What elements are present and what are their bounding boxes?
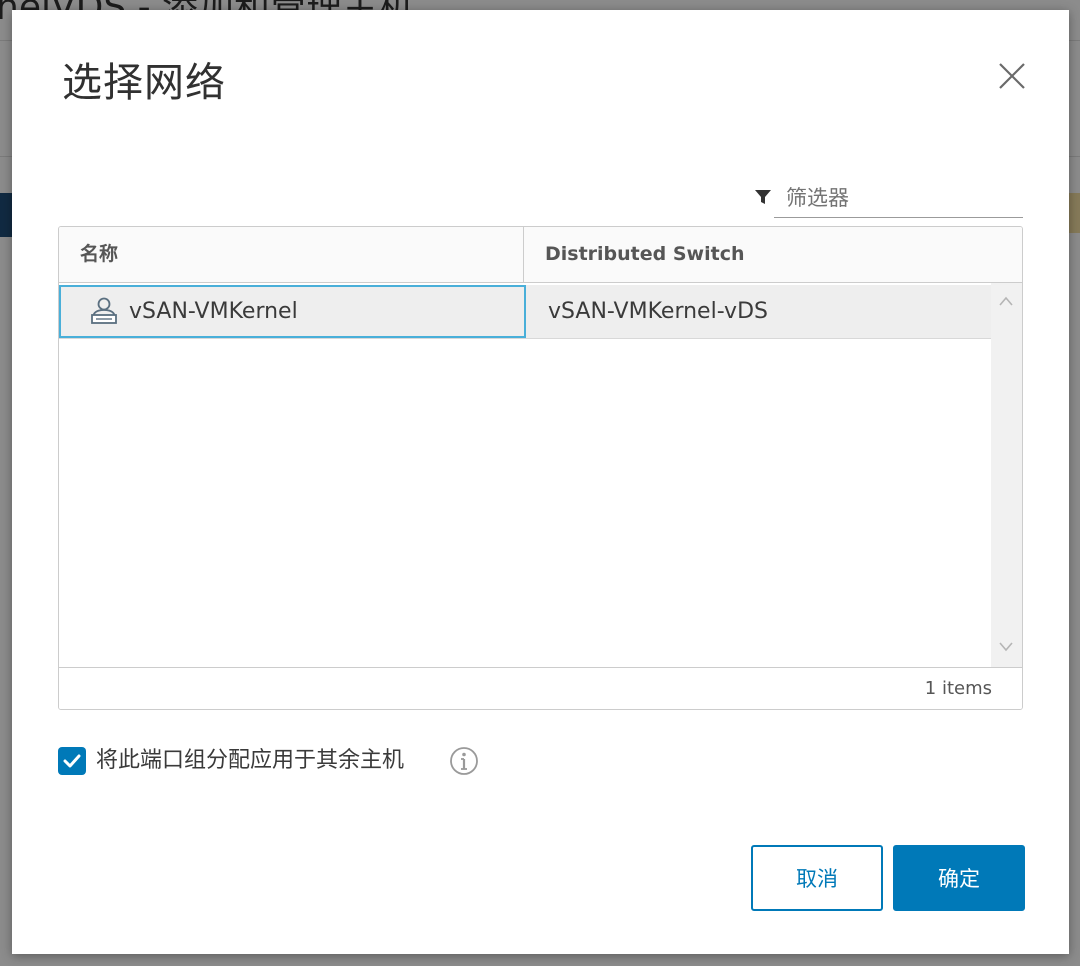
grid-scrollbar[interactable] [991, 283, 1022, 667]
apply-to-remaining-hosts-checkbox[interactable] [58, 747, 86, 775]
grid-header: 名称 Distributed Switch [59, 227, 1022, 283]
column-header-distributed-switch[interactable]: Distributed Switch [524, 227, 1022, 282]
filter-icon [755, 190, 771, 204]
close-icon[interactable] [996, 60, 1028, 92]
items-count: 1 items [924, 678, 992, 699]
chevron-down-icon[interactable] [998, 641, 1014, 653]
chevron-up-icon[interactable] [998, 295, 1014, 307]
check-icon [63, 754, 81, 768]
column-header-name[interactable]: 名称 [59, 227, 524, 282]
select-network-dialog: 选择网络 名称 Distributed Switch [12, 10, 1069, 954]
network-name: vSAN-VMKernel [129, 299, 298, 324]
apply-to-remaining-hosts-label[interactable]: 将此端口组分配应用于其余主机 [96, 743, 404, 779]
table-row[interactable]: vSAN-VMKernel vSAN-VMKernel-vDS [59, 285, 991, 339]
distributed-portgroup-icon [91, 297, 117, 324]
filter-input[interactable] [774, 178, 1023, 218]
cell-distributed-switch[interactable]: vSAN-VMKernel-vDS [526, 285, 991, 338]
dialog-title: 选择网络 [62, 60, 226, 106]
grid-footer: 1 items [59, 667, 1022, 709]
ok-button[interactable]: 确定 [893, 845, 1025, 911]
filter-box [754, 178, 1025, 220]
cell-network-name[interactable]: vSAN-VMKernel [59, 285, 526, 338]
network-grid: 名称 Distributed Switch vSAN-VMKernel vSAN… [58, 226, 1023, 710]
grid-body: vSAN-VMKernel vSAN-VMKernel-vDS [59, 283, 1022, 667]
cancel-button[interactable]: 取消 [751, 845, 883, 911]
info-icon[interactable] [448, 745, 480, 777]
